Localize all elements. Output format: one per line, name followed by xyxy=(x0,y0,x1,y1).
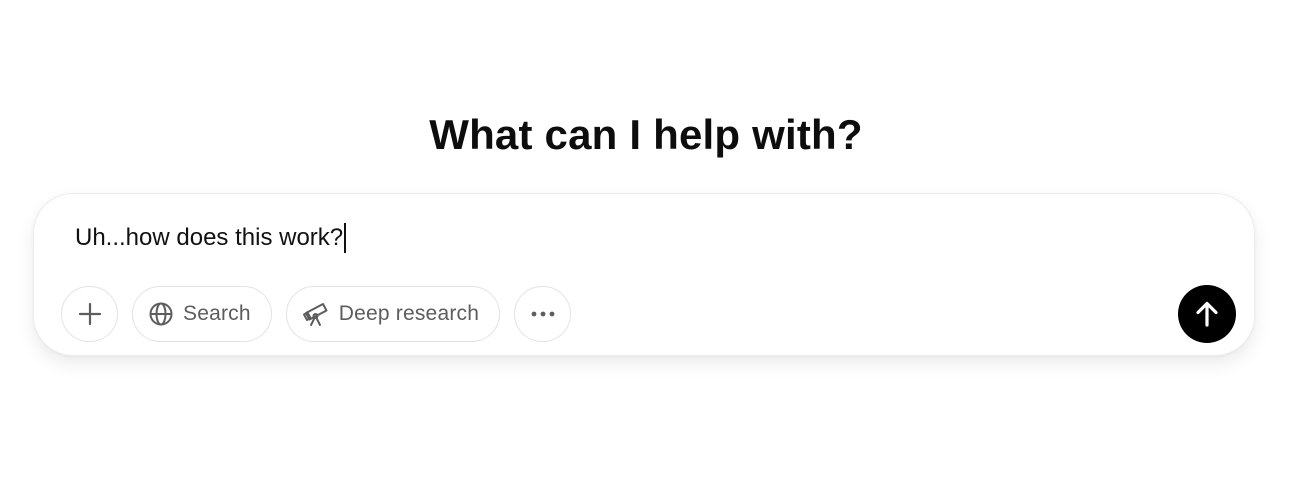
deep-research-label: Deep research xyxy=(338,302,480,325)
text-caret xyxy=(344,223,347,253)
prompt-input[interactable]: Uh...how does this work? xyxy=(75,221,347,255)
globe-icon xyxy=(148,301,174,327)
chat-composer[interactable]: Uh...how does this work? Search Deep res… xyxy=(33,193,1255,356)
telescope-icon xyxy=(302,301,330,327)
arrow-up-icon xyxy=(1194,300,1220,328)
plus-icon xyxy=(77,301,103,327)
send-button[interactable] xyxy=(1178,285,1236,343)
page-title: What can I help with? xyxy=(429,111,863,158)
deep-research-button[interactable]: Deep research xyxy=(285,286,501,342)
more-tools-button[interactable] xyxy=(514,286,572,342)
search-button[interactable]: Search xyxy=(132,286,272,342)
page: What can I help with? Uh...how does this… xyxy=(0,0,1292,483)
search-label: Search xyxy=(183,302,251,325)
prompt-text[interactable]: Uh...how does this work? xyxy=(75,221,343,255)
attach-button[interactable] xyxy=(61,286,118,342)
composer-toolbar: Search Deep research xyxy=(61,285,572,343)
ellipsis-icon xyxy=(530,310,556,318)
